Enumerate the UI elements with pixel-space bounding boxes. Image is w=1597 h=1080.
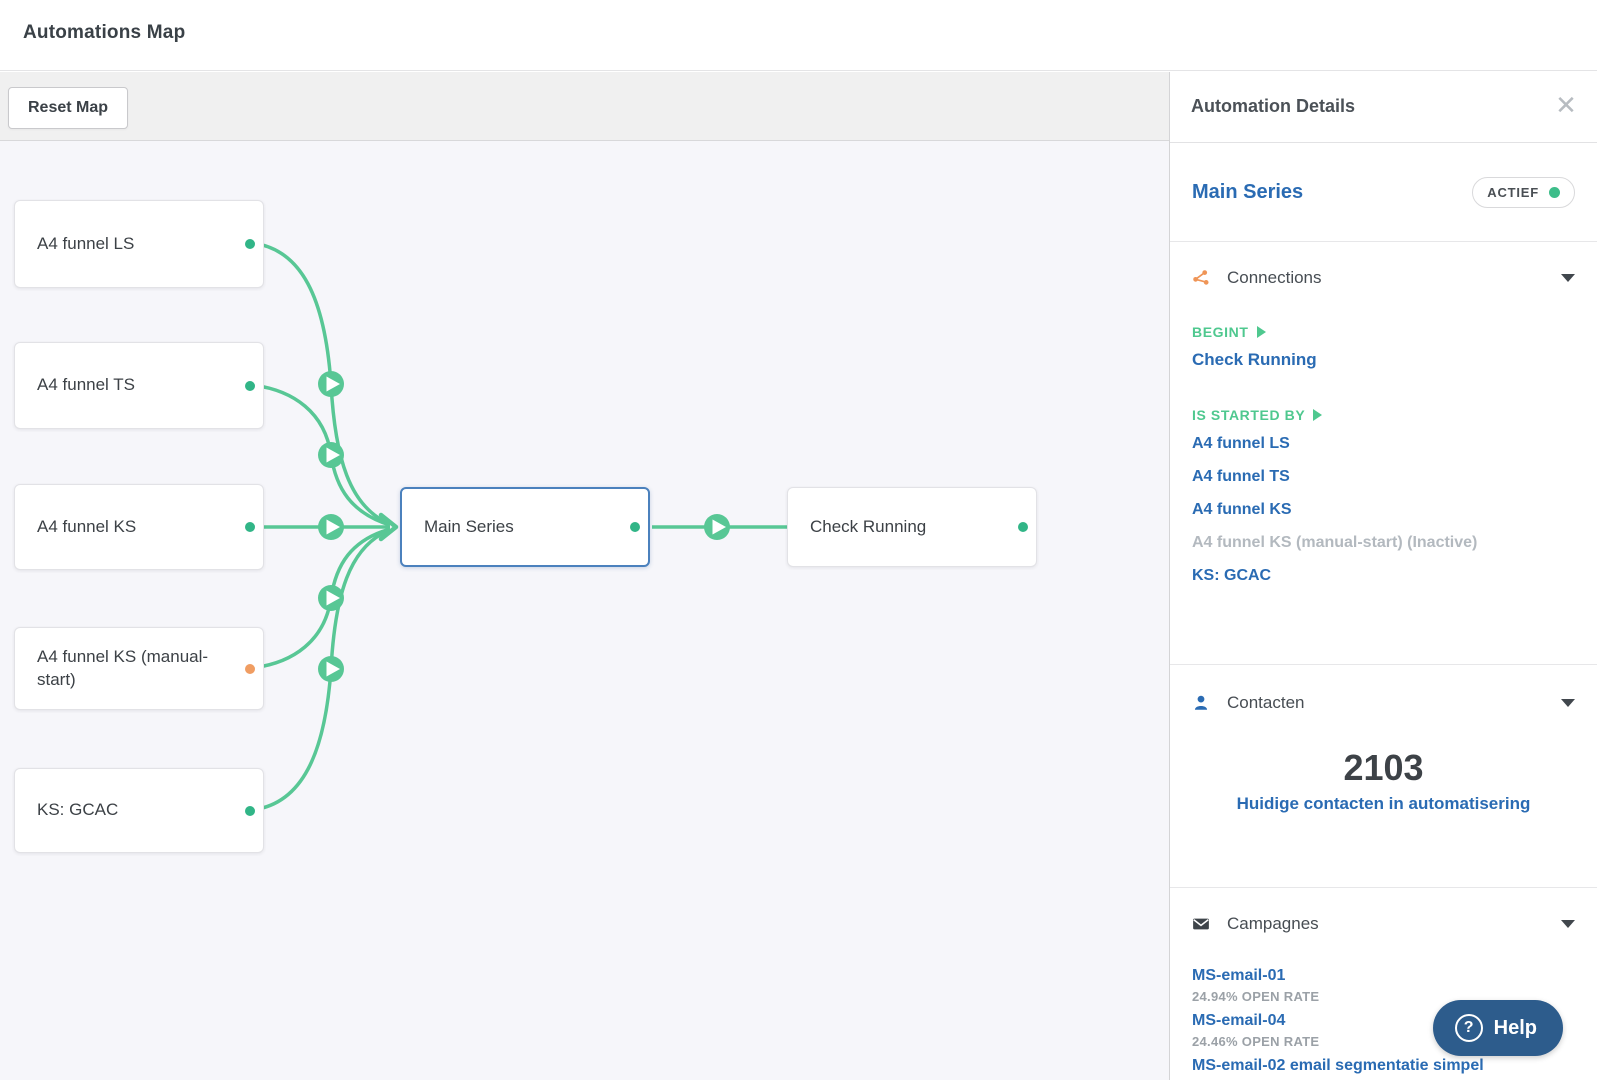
play-right-icon: [1256, 326, 1266, 338]
page-title: Automations Map: [23, 22, 186, 43]
connections-section-header[interactable]: Connections: [1192, 268, 1575, 288]
panel-title: Automation Details: [1191, 96, 1356, 116]
node-label: Check Running: [810, 516, 927, 536]
started-by-group-label: IS STARTED BY: [1192, 407, 1575, 423]
campaign-link[interactable]: MS-email-01: [1192, 964, 1575, 987]
map-node-a4-funnel-ls[interactable]: A4 funnel LS: [14, 200, 264, 288]
campaigns-section-header[interactable]: Campagnes: [1192, 914, 1575, 934]
question-mark-icon: ?: [1454, 1014, 1483, 1042]
status-dot-icon: [1549, 186, 1560, 198]
chevron-down-icon[interactable]: [1561, 920, 1575, 928]
map-node-a4-funnel-ts[interactable]: A4 funnel TS: [14, 342, 264, 429]
chevron-down-icon[interactable]: [1561, 699, 1575, 707]
connections-section: Connections BEGINT Check Running IS STAR…: [1170, 242, 1597, 665]
map-toolbar: Reset Map: [0, 72, 1169, 141]
map-node-a4-funnel-ks[interactable]: A4 funnel KS: [14, 484, 264, 570]
play-connector-icon: [318, 514, 344, 540]
automation-details-panel: Automation Details ✕ Main Series ACTIEF …: [1169, 72, 1597, 1080]
play-connector-icon: [318, 656, 344, 682]
automations-map-canvas[interactable]: A4 funnel LS A4 funnel TS A4 funnel KS A…: [0, 141, 1169, 1080]
play-connector-icon: [318, 442, 344, 468]
map-node-main-series[interactable]: Main Series: [400, 487, 650, 567]
started-by-item[interactable]: KS: GCAC: [1192, 559, 1575, 592]
started-by-item-inactive: A4 funnel KS (manual-start) (Inactive): [1192, 534, 1478, 551]
automation-name-row: Main Series ACTIEF: [1170, 143, 1597, 242]
close-icon[interactable]: ✕: [1553, 92, 1579, 119]
reset-map-button[interactable]: Reset Map: [8, 87, 129, 129]
begins-group-label: BEGINT: [1192, 324, 1575, 340]
connections-heading: Connections: [1227, 268, 1322, 287]
node-status-dot: [245, 805, 255, 816]
contacts-section-header[interactable]: Contacten: [1192, 693, 1575, 713]
node-label: Main Series: [424, 516, 514, 536]
node-label: KS: GCAC: [37, 800, 119, 820]
node-status-dot: [245, 239, 255, 249]
help-button-label: Help: [1493, 1016, 1537, 1039]
map-node-ks-gcac[interactable]: KS: GCAC: [14, 768, 264, 853]
node-status-dot: [245, 522, 255, 532]
node-label: A4 funnel KS: [37, 516, 137, 536]
panel-header: Automation Details ✕: [1170, 72, 1597, 143]
contacts-section: Contacten 2103 Huidige contacten in auto…: [1170, 665, 1597, 888]
node-label: A4 funnel LS: [37, 233, 135, 253]
status-badge: ACTIEF: [1472, 176, 1575, 208]
campaigns-heading: Campagnes: [1227, 914, 1319, 933]
map-node-a4-funnel-ks-manual-start[interactable]: A4 funnel KS (manual-start): [14, 627, 264, 710]
play-connector-icon: [318, 371, 344, 397]
started-by-list: A4 funnel LS A4 funnel TS A4 funnel KS A…: [1192, 427, 1575, 592]
chevron-down-icon[interactable]: [1561, 274, 1575, 282]
node-status-dot: [245, 663, 255, 674]
campaign-link[interactable]: MS-email-02 email segmentatie simpel: [1192, 1054, 1575, 1077]
contacts-caption-link[interactable]: Huidige contacten in automatisering: [1192, 794, 1575, 814]
contacts-person-icon: [1194, 695, 1208, 710]
contacts-heading: Contacten: [1227, 693, 1305, 712]
map-node-check-running[interactable]: Check Running: [787, 487, 1037, 567]
contacts-count: 2103: [1343, 747, 1424, 788]
play-connector-icon: [704, 514, 730, 540]
begins-item-check-running[interactable]: Check Running: [1192, 346, 1575, 373]
node-status-dot: [245, 380, 255, 391]
play-right-icon: [1313, 409, 1323, 421]
started-by-item[interactable]: A4 funnel LS: [1192, 427, 1575, 460]
app-header: Automations Map: [0, 0, 1597, 71]
status-badge-label: ACTIEF: [1487, 184, 1539, 200]
node-label: A4 funnel KS (manual-start): [37, 647, 209, 689]
connections-icon: [1193, 270, 1209, 285]
automation-name-link[interactable]: Main Series: [1192, 181, 1303, 204]
started-by-item[interactable]: A4 funnel TS: [1192, 460, 1575, 493]
node-label: A4 funnel TS: [37, 375, 135, 395]
started-by-item[interactable]: A4 funnel KS: [1192, 493, 1575, 526]
node-status-dot: [1018, 522, 1028, 532]
play-connector-icon: [318, 585, 344, 611]
campaigns-envelope-icon: [1193, 918, 1209, 930]
help-button[interactable]: ? Help: [1432, 1000, 1563, 1056]
node-status-dot: [630, 522, 640, 532]
